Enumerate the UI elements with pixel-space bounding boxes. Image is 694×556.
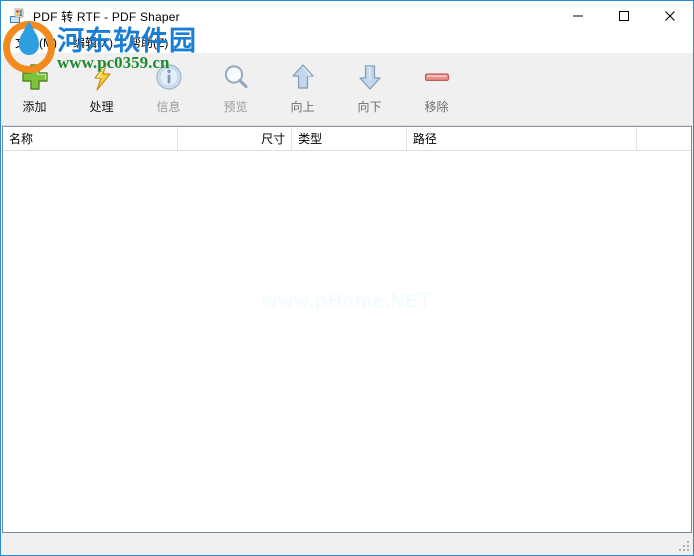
- toolbar-label-info: 信息: [156, 100, 181, 114]
- toolbar-label-add: 添加: [22, 100, 47, 114]
- magnifier-icon: [220, 61, 252, 93]
- toolbar-button-move-up[interactable]: 向上: [269, 57, 336, 119]
- status-bar: [1, 533, 693, 555]
- title-bar: PDF 转 RTF - PDF Shaper: [1, 1, 693, 31]
- minus-icon: [421, 61, 453, 93]
- menu-file[interactable]: 文件(M): [7, 32, 65, 53]
- lightning-icon: [86, 61, 118, 93]
- close-icon: [665, 11, 675, 21]
- toolbar-button-move-down[interactable]: 向下: [336, 57, 403, 119]
- column-header-name[interactable]: 名称: [3, 127, 179, 150]
- toolbar-button-remove[interactable]: 移除: [403, 57, 470, 119]
- column-header-extra[interactable]: [637, 127, 691, 150]
- file-list-header: 名称 尺寸 类型 路径: [3, 127, 691, 151]
- plus-icon: [19, 61, 51, 93]
- window-title: PDF 转 RTF - PDF Shaper: [33, 9, 180, 24]
- toolbar-button-preview[interactable]: 预览: [202, 57, 269, 119]
- window-controls: [555, 1, 693, 31]
- toolbar-button-process[interactable]: 处理: [68, 57, 135, 119]
- application-window: PDF 转 RTF - PDF Shaper 文件(M) 编辑(X) 帮助(Z)…: [0, 0, 694, 556]
- background-watermark: www.pHome.NET: [262, 291, 432, 312]
- arrow-up-icon: [287, 61, 319, 93]
- toolbar-label-process: 处理: [89, 100, 114, 114]
- info-icon: [153, 61, 185, 93]
- minimize-button[interactable]: [555, 1, 601, 31]
- column-header-path[interactable]: 路径: [407, 127, 638, 150]
- toolbar-button-info[interactable]: 信息: [135, 57, 202, 119]
- toolbar-label-preview: 预览: [223, 100, 248, 114]
- toolbar-label-move-down: 向下: [357, 100, 382, 114]
- menu-bar: 文件(M) 编辑(X) 帮助(Z): [1, 31, 693, 53]
- close-button[interactable]: [647, 1, 693, 31]
- maximize-button[interactable]: [601, 1, 647, 31]
- column-header-type[interactable]: 类型: [292, 127, 407, 150]
- menu-edit[interactable]: 编辑(X): [65, 32, 121, 53]
- toolbar: 添加 处理 信息 预览 向上 向下 移除: [1, 53, 693, 126]
- arrow-down-icon: [354, 61, 386, 93]
- toolbar-label-move-up: 向上: [290, 100, 315, 114]
- file-list[interactable]: 名称 尺寸 类型 路径 www.pHome.NET: [2, 126, 692, 533]
- toolbar-button-add[interactable]: 添加: [1, 57, 68, 119]
- maximize-icon: [619, 11, 629, 21]
- menu-help[interactable]: 帮助(Z): [121, 32, 176, 53]
- column-header-size[interactable]: 尺寸: [178, 127, 293, 150]
- pdf-shaper-icon: [9, 8, 25, 24]
- resize-grip[interactable]: [679, 541, 691, 553]
- toolbar-label-remove: 移除: [424, 100, 449, 114]
- file-list-body[interactable]: www.pHome.NET: [3, 151, 691, 532]
- minimize-icon: [573, 15, 583, 17]
